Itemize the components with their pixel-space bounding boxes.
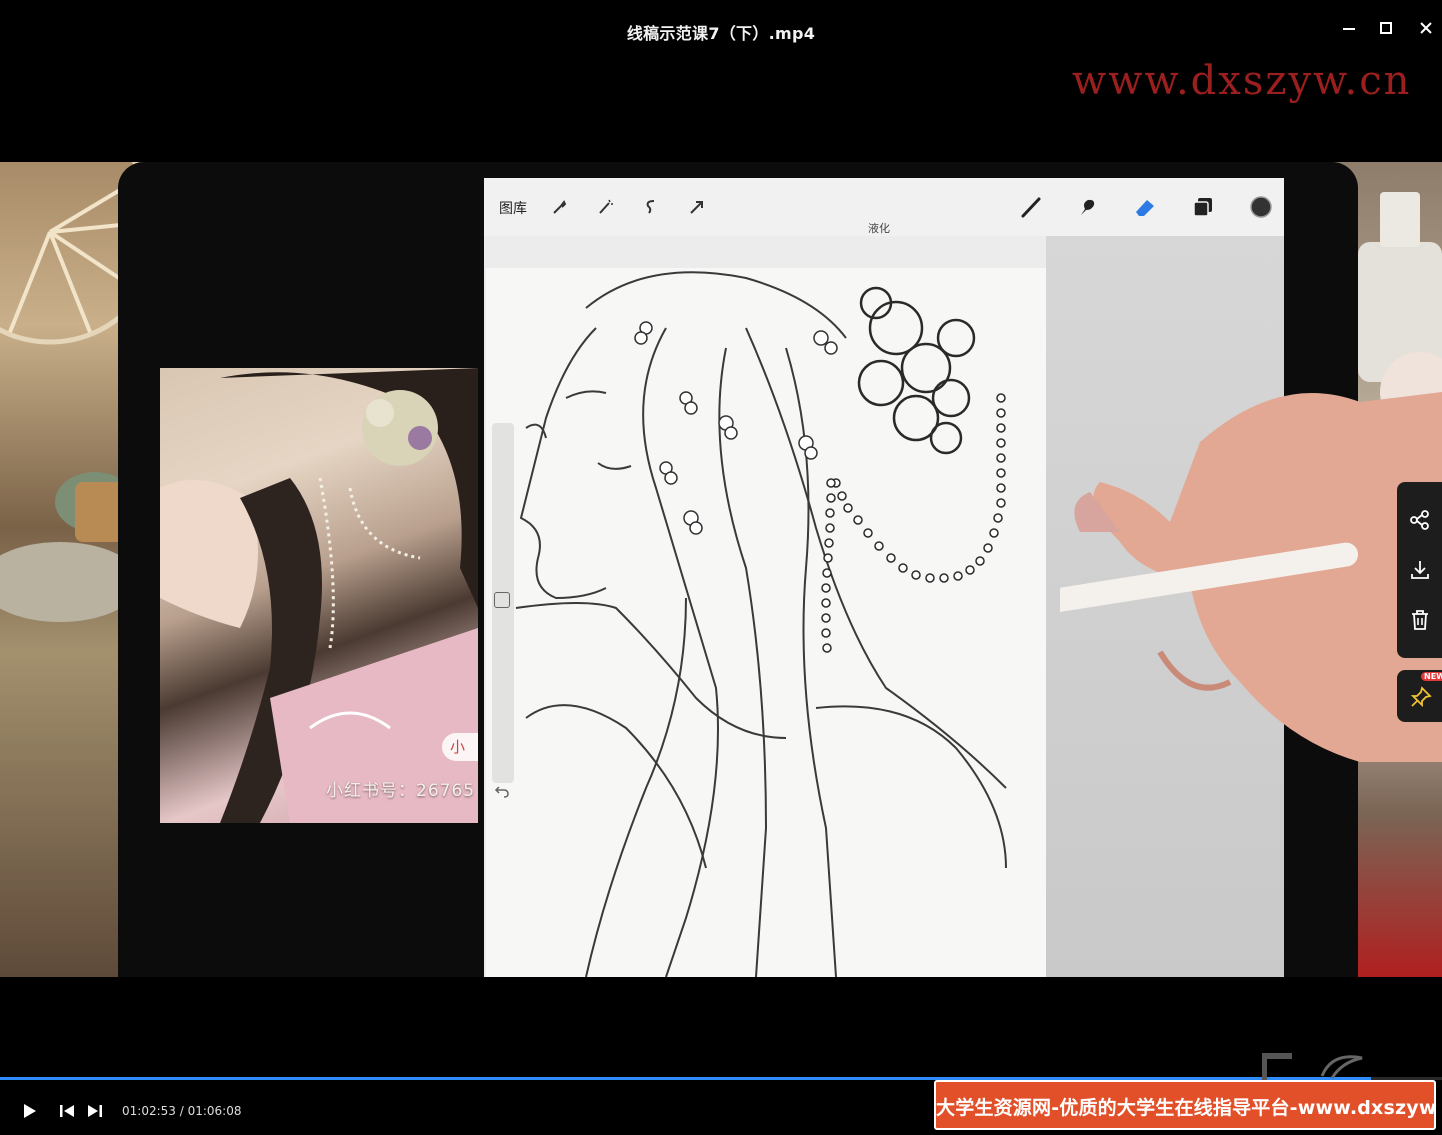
color-picker[interactable] xyxy=(1248,194,1274,220)
close-button[interactable] xyxy=(1414,16,1438,40)
actions-button[interactable] xyxy=(546,194,572,220)
maximize-button[interactable] xyxy=(1374,16,1398,40)
active-tool-label: 液化 xyxy=(868,222,890,235)
hand-illustration xyxy=(970,392,1442,762)
download-button[interactable] xyxy=(1408,558,1432,582)
title-bar: 线稿示范课7（下）.mp4 xyxy=(0,0,1442,62)
skip-next-icon xyxy=(88,1105,102,1117)
play-button[interactable] xyxy=(18,1100,40,1122)
delete-button[interactable] xyxy=(1408,608,1432,632)
download-icon xyxy=(1411,561,1429,579)
eraser-icon xyxy=(1136,200,1154,216)
close-icon xyxy=(1420,22,1432,34)
new-badge: NEW xyxy=(1421,672,1442,681)
minimize-button[interactable] xyxy=(1337,16,1361,40)
procreate-toolbar: 图库 液化 xyxy=(484,178,1284,236)
layers-tool[interactable] xyxy=(1190,194,1216,220)
promo-banner[interactable]: 大学生资源网-优质的大学生在线指导平台-www.dxszyw.cn xyxy=(934,1080,1436,1130)
video-frame[interactable]: 小 小红书号：26765 图库 液化 xyxy=(0,162,1442,977)
brush-icon xyxy=(1021,197,1041,218)
share-icon xyxy=(1410,510,1429,530)
time-display: 01:02:53 / 01:06:08 xyxy=(122,1104,242,1118)
skip-previous-icon xyxy=(60,1105,74,1117)
photo-badge: 小 xyxy=(442,733,478,761)
delete-icon xyxy=(1412,610,1428,630)
hand-with-pencil xyxy=(970,382,1442,762)
layers-icon xyxy=(1193,198,1212,217)
selection-button[interactable] xyxy=(638,194,664,220)
previous-button[interactable] xyxy=(56,1100,78,1122)
minimize-icon xyxy=(1343,28,1355,30)
adjustments-button[interactable] xyxy=(592,194,618,220)
promo-banner-text: 大学生资源网-优质的大学生在线指导平台-www.dxszyw.cn xyxy=(936,1097,1436,1119)
pin-icon xyxy=(1410,686,1432,708)
drawing-canvas[interactable] xyxy=(486,268,1046,977)
pin-button[interactable]: NEW xyxy=(1397,670,1442,722)
undo-icon xyxy=(494,786,509,798)
reference-photo: 小 小红书号：26765 xyxy=(160,368,478,823)
wrench-icon xyxy=(553,200,567,214)
channel-logo xyxy=(1261,1052,1372,1082)
brush-tool[interactable] xyxy=(1018,194,1044,220)
line-art-drawing xyxy=(515,271,1007,977)
play-icon xyxy=(24,1104,36,1118)
eraser-tool[interactable] xyxy=(1132,194,1158,220)
next-button[interactable] xyxy=(84,1100,106,1122)
undo-button[interactable] xyxy=(494,784,510,800)
selection-icon xyxy=(646,200,655,214)
gallery-button[interactable]: 图库 xyxy=(499,198,527,218)
logo-mark-shape xyxy=(1261,1053,1363,1080)
transform-arrow-icon xyxy=(690,201,703,214)
color-swatch xyxy=(1250,196,1272,218)
window-title: 线稿示范课7（下）.mp4 xyxy=(626,24,816,43)
side-action-panel xyxy=(1397,482,1442,658)
photo-caption: 小红书号：26765 xyxy=(326,781,476,801)
reference-portrait xyxy=(160,368,478,823)
transform-button[interactable] xyxy=(684,194,710,220)
smudge-icon xyxy=(1081,199,1095,215)
maximize-icon xyxy=(1380,22,1392,34)
modify-button[interactable] xyxy=(494,592,510,608)
site-watermark: www.dxszyw.cn xyxy=(1072,58,1412,104)
smudge-tool[interactable] xyxy=(1075,194,1101,220)
share-button[interactable] xyxy=(1408,508,1432,532)
magic-wand-icon xyxy=(599,199,613,214)
